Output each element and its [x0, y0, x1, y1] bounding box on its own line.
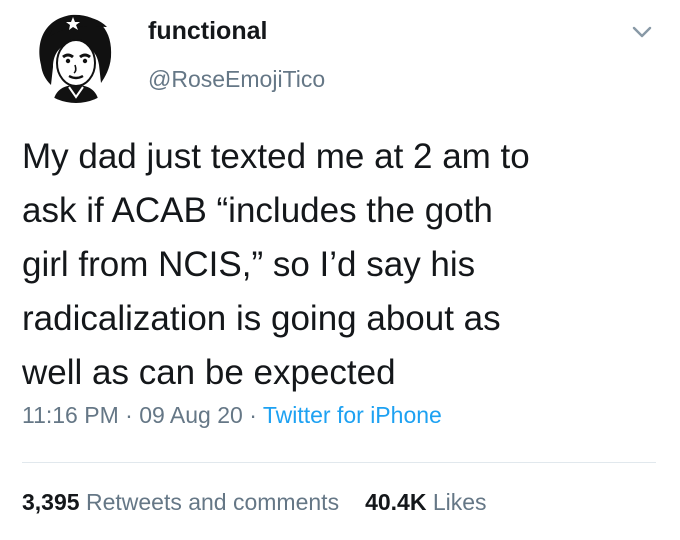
avatar[interactable] [27, 5, 125, 103]
retweets-count: 3,395 [22, 489, 80, 515]
tweet-stats: 3,395 Retweets and comments 40.4K Likes [22, 489, 487, 516]
meta-separator: · [242, 402, 263, 428]
tweet-text-line: girl from NCIS,” so I’d say his [22, 245, 476, 284]
tweet-time[interactable]: 11:16 PM [22, 402, 119, 428]
tweet-date[interactable]: 09 Aug 20 [139, 402, 243, 428]
meta-separator: · [118, 402, 140, 428]
retweets-label: Retweets and comments [85, 489, 340, 515]
author-display-name[interactable]: functional [148, 17, 267, 46]
tweet-text-line: My dad just texted me at 2 am to [22, 137, 530, 176]
tweet-card: functional @RoseEmojiTico My dad just te… [0, 0, 680, 540]
divider [22, 462, 656, 463]
tweet-source-link[interactable]: Twitter for iPhone [263, 402, 442, 428]
author-handle[interactable]: @RoseEmojiTico [148, 66, 325, 93]
chevron-down-icon[interactable] [631, 24, 653, 40]
likes-label: Likes [432, 489, 487, 515]
tweet-text-line: ask if ACAB “includes the goth [22, 191, 493, 230]
tweet-text-line: well as can be expected [22, 353, 396, 392]
likes-count: 40.4K [365, 489, 427, 515]
tweet-meta: 11:16 PM · 09 Aug 20 · Twitter for iPhon… [22, 402, 442, 429]
tweet-text-line: radicalization is going about as [22, 299, 501, 338]
likes-stat[interactable]: 40.4K Likes [365, 489, 486, 515]
portrait-avatar-icon [27, 5, 125, 103]
retweets-stat[interactable]: 3,395 Retweets and comments [22, 489, 339, 515]
tweet-text: My dad just texted me at 2 am to ask if … [22, 130, 662, 400]
